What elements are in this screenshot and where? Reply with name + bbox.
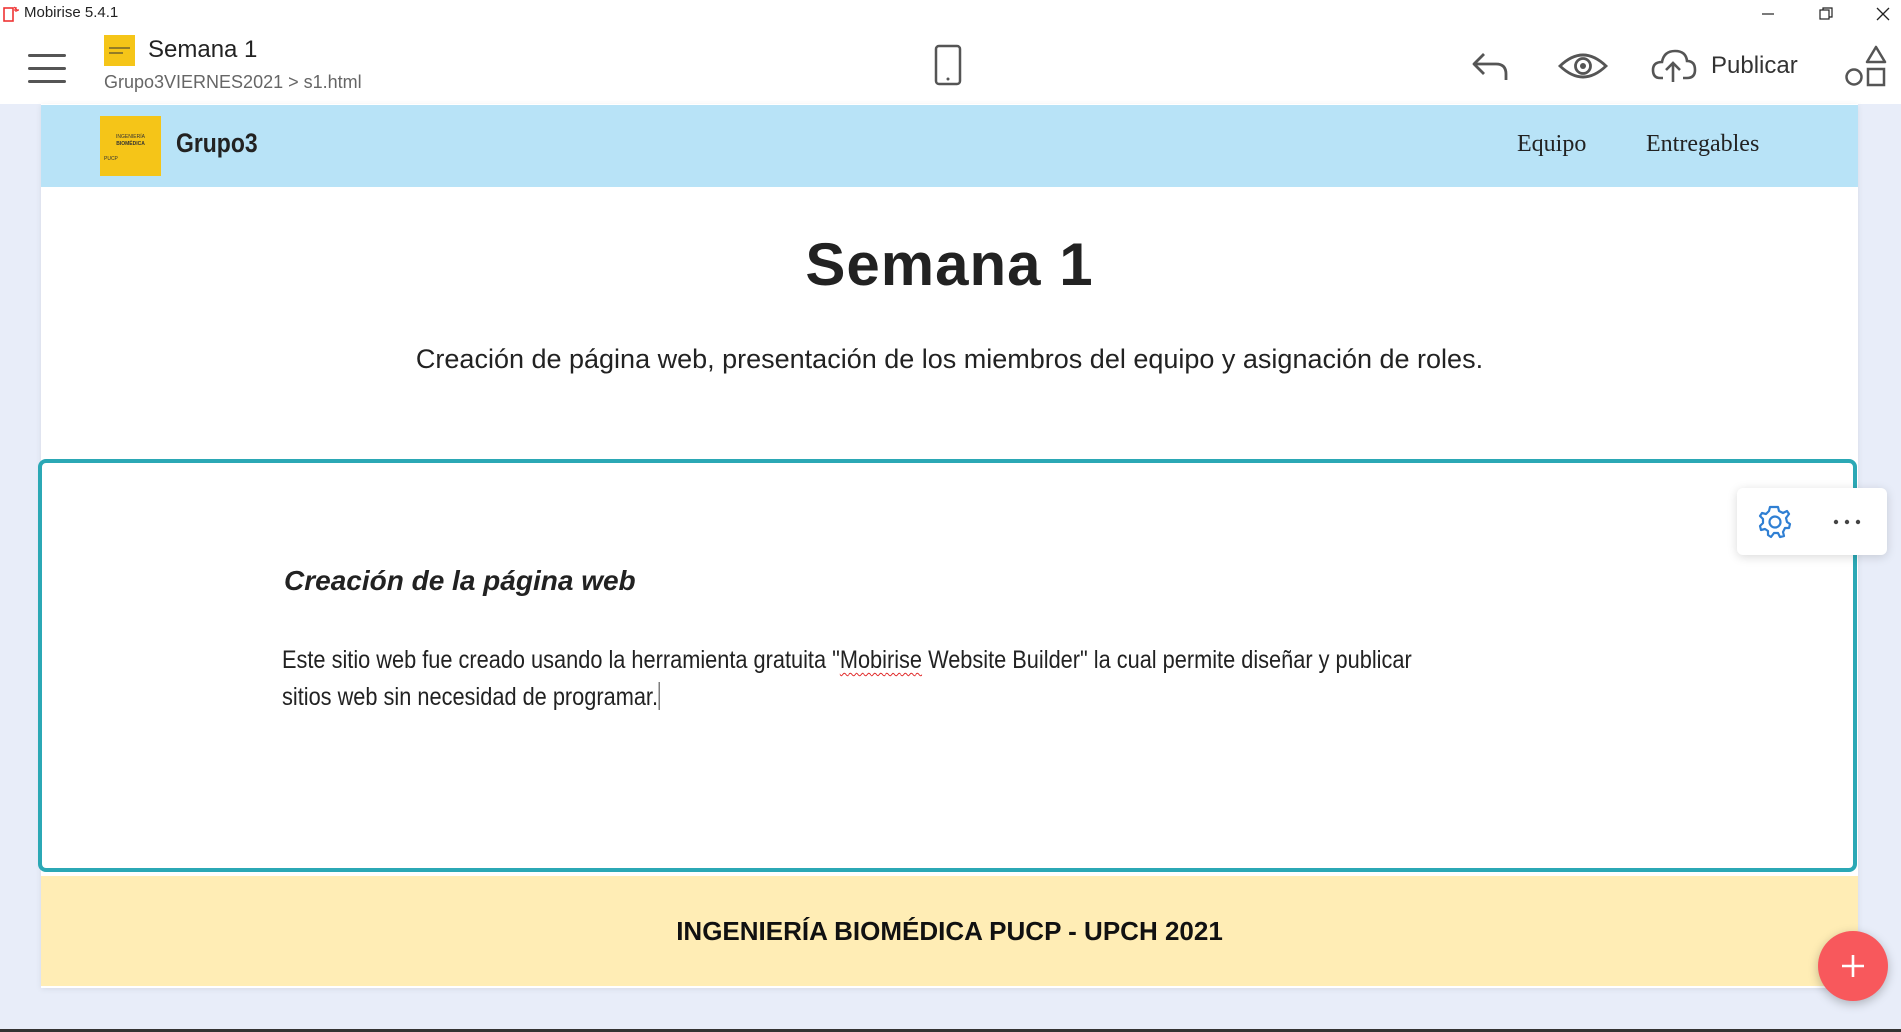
- current-page-title[interactable]: Semana 1: [148, 36, 257, 64]
- eye-icon: [1557, 53, 1609, 79]
- block-settings-button[interactable]: [1755, 502, 1795, 542]
- minimize-button[interactable]: [1745, 0, 1791, 28]
- breadcrumb: Grupo3VIERNES2021 > s1.html: [104, 72, 362, 92]
- publish-button[interactable]: Publicar: [1651, 46, 1803, 86]
- text-caret: [658, 682, 660, 710]
- menu-button[interactable]: [26, 52, 72, 84]
- page-thumbnail[interactable]: [104, 35, 135, 66]
- mobile-preview-button[interactable]: [933, 44, 963, 86]
- content-paragraph[interactable]: Este sitio web fue creado usando la herr…: [282, 642, 1430, 716]
- window-title: Mobirise 5.4.1: [24, 4, 119, 21]
- add-block-button[interactable]: [1818, 931, 1888, 1001]
- close-window-button[interactable]: [1860, 0, 1901, 28]
- misspelled-word: Mobirise: [839, 646, 923, 674]
- preview-button[interactable]: [1557, 46, 1609, 86]
- plus-icon: [1842, 955, 1864, 977]
- more-horizontal-icon: [1833, 519, 1861, 525]
- mobirise-app-icon: [3, 6, 19, 22]
- nav-link-entregables[interactable]: Entregables: [1646, 131, 1759, 158]
- gear-icon: [1758, 505, 1792, 539]
- undo-button[interactable]: [1468, 44, 1512, 88]
- blocks-icon: [1845, 45, 1887, 87]
- blocks-panel-button[interactable]: [1844, 44, 1888, 88]
- undo-icon: [1472, 53, 1508, 80]
- restore-button[interactable]: [1803, 0, 1849, 28]
- page-subtitle[interactable]: Creación de página web, presentación de …: [41, 344, 1858, 375]
- publish-label: Publicar: [1711, 52, 1798, 79]
- minimize-icon: [1762, 13, 1774, 15]
- brand-name[interactable]: Grupo3: [176, 128, 258, 159]
- footer-text[interactable]: INGENIERÍA BIOMÉDICA PUCP - UPCH 2021: [41, 916, 1858, 947]
- nav-link-equipo[interactable]: Equipo: [1517, 131, 1586, 158]
- cloud-upload-icon: [1651, 49, 1697, 82]
- phone-icon: [934, 44, 962, 86]
- menu-icon: [28, 54, 66, 57]
- restore-icon: [1819, 7, 1833, 20]
- close-icon: [1876, 7, 1890, 21]
- brand-logo[interactable]: INGENIERÍA BIOMÉDICA PUCP: [100, 116, 161, 176]
- page-heading[interactable]: Semana 1: [41, 230, 1858, 299]
- block-more-options-button[interactable]: [1826, 505, 1868, 539]
- content-heading[interactable]: Creación de la página web: [284, 565, 636, 597]
- window-titlebar: [0, 0, 1901, 28]
